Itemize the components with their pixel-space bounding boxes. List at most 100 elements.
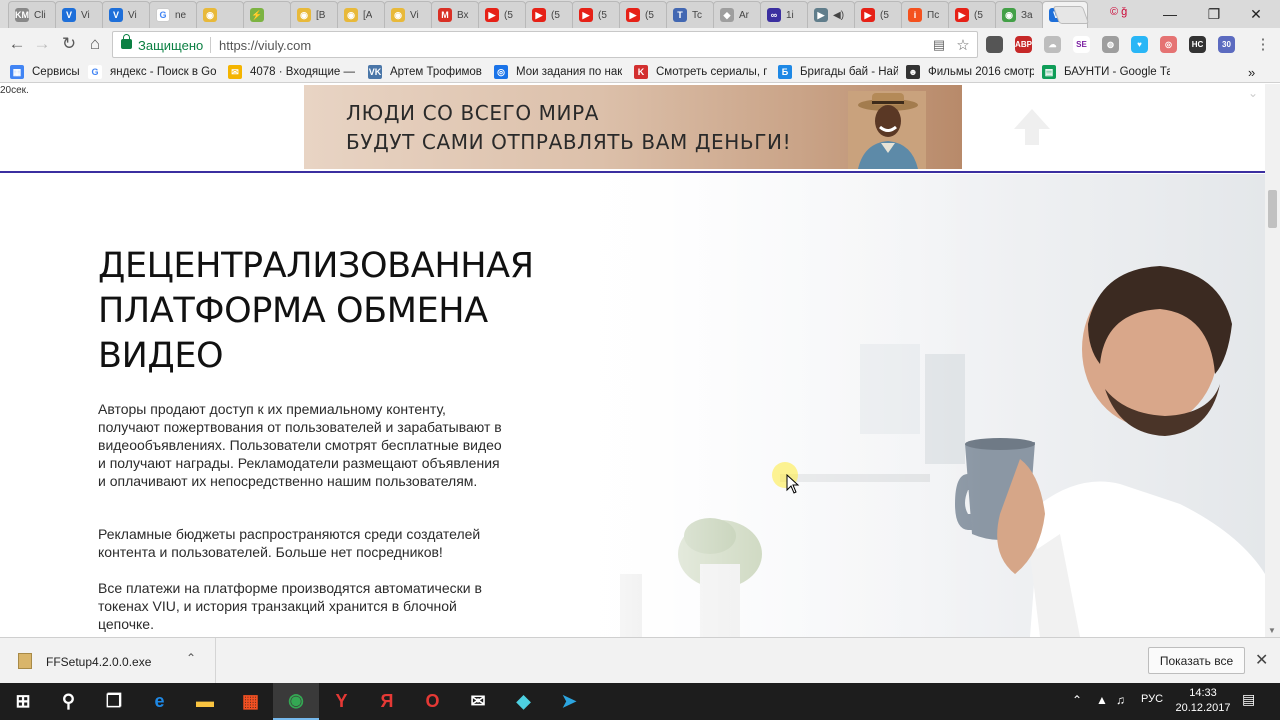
system-clock[interactable]: 14:33 20.12.2017	[1168, 686, 1238, 716]
browser-tab[interactable]: i Пс	[901, 1, 949, 28]
bookmark-item[interactable]: K Смотреть сериалы, г	[634, 64, 770, 80]
tab-title: Vi	[81, 9, 90, 21]
reload-button[interactable]: ↻	[58, 33, 80, 55]
browser-tab[interactable]: M Вх	[431, 1, 479, 28]
close-window-button[interactable]: ✕	[1236, 0, 1276, 28]
browser-toolbar: ← → ↻ ⌂ Защищено https://viuly.com ▤ ☆ A…	[0, 28, 1280, 61]
yandex-browser-icon[interactable]: Y	[319, 683, 365, 720]
browser-tab[interactable]: ▶ (5	[854, 1, 902, 28]
scrollbar-thumb[interactable]	[1268, 190, 1277, 228]
tab-favicon-icon: ▶	[485, 8, 499, 22]
opera-icon[interactable]: O	[410, 683, 456, 720]
url-text[interactable]: https://viuly.com	[219, 38, 311, 53]
tab-title: (5	[880, 9, 889, 21]
browser-tab[interactable]: ◉	[196, 1, 244, 28]
tray-overflow-icon[interactable]: ⌃	[1072, 693, 1082, 707]
bookmark-item[interactable]: Gяндекс - Поиск в Go	[88, 64, 220, 80]
network-icon[interactable]: ▲	[1096, 693, 1108, 707]
chevron-down-icon[interactable]: ⌄	[1248, 86, 1258, 100]
browser-tab[interactable]: ⚡	[243, 1, 291, 28]
telegram-icon[interactable]: ➤	[546, 683, 592, 720]
browser-tab[interactable]: ▶ (5	[619, 1, 667, 28]
menu-kebab-icon[interactable]: ⋮	[1252, 33, 1274, 55]
browser-tab[interactable]: ◉ [A	[337, 1, 385, 28]
browser-tab[interactable]: ◉ [B	[290, 1, 338, 28]
bookmarks-overflow-button[interactable]: »	[1248, 64, 1255, 80]
browser-tab[interactable]: ◉ Vi	[384, 1, 432, 28]
browser-tab[interactable]: ▶ ◀)	[807, 1, 855, 28]
back-button[interactable]: ←	[6, 33, 28, 55]
action-center-icon[interactable]: ▤	[1242, 691, 1255, 708]
browser-tab[interactable]: ▶ (5	[948, 1, 996, 28]
browser-tab[interactable]: ▶ (5	[525, 1, 573, 28]
yandex-icon[interactable]: Я	[364, 683, 410, 720]
bookmark-item[interactable]: VK Артем Трофимов	[368, 64, 486, 80]
forward-button[interactable]: →	[31, 33, 53, 55]
tab-favicon-icon: V	[62, 8, 76, 22]
minimize-button[interactable]: —	[1150, 0, 1190, 28]
ext-heart-icon[interactable]: ♥	[1131, 36, 1148, 53]
browser-tab[interactable]: ◆ Ar	[713, 1, 761, 28]
browser-tab[interactable]: ∞ 1i	[760, 1, 808, 28]
ext-abp-icon[interactable]: ABP	[1015, 36, 1032, 53]
ext-globe-icon[interactable]: ◍	[1102, 36, 1119, 53]
ext-badge-icon[interactable]: 30	[1218, 36, 1235, 53]
bookmark-favicon-icon: VK	[368, 65, 382, 79]
task-view-icon-glyph: ❐	[105, 691, 123, 711]
browser-tab[interactable]: ◉ За	[995, 1, 1043, 28]
chrome-icon[interactable]: ◉	[273, 683, 319, 720]
ext-hc-icon[interactable]: HC	[1189, 36, 1206, 53]
browser-tab[interactable]: Gne	[149, 1, 197, 28]
browser-tab[interactable]: V Vi	[55, 1, 103, 28]
bookmark-item[interactable]: Б Бригады бай - Найд	[778, 64, 898, 80]
scroll-top-arrow-icon[interactable]	[1012, 107, 1052, 147]
task-view-icon[interactable]: ❐	[91, 683, 137, 720]
page-scrollbar[interactable]: ▼	[1265, 84, 1280, 637]
download-filename[interactable]: FFSetup4.2.0.0.exe	[46, 655, 151, 669]
bookmark-item[interactable]: ◎ Мои задания по нак	[494, 64, 626, 80]
tab-favicon-icon: ◆	[720, 8, 734, 22]
profile-indicator[interactable]: © ǧ	[1110, 6, 1127, 18]
start-button[interactable]: ⊞	[0, 683, 46, 720]
translate-icon[interactable]: ▤	[931, 37, 947, 53]
notes-icon[interactable]: ◆	[501, 683, 547, 720]
scroll-down-arrow-icon[interactable]: ▼	[1268, 626, 1276, 635]
explorer-icon[interactable]: ▬	[182, 683, 228, 720]
ext-ring-icon[interactable]: ◎	[1160, 36, 1177, 53]
new-tab-button[interactable]	[1052, 6, 1090, 24]
bookmark-star-icon[interactable]: ☆	[955, 37, 971, 54]
download-options-chevron-icon[interactable]: ⌃	[186, 651, 196, 665]
close-download-bar-icon[interactable]: ✕	[1255, 650, 1268, 670]
search-icon[interactable]: ⚲	[46, 683, 92, 720]
clock-time: 14:33	[1189, 687, 1217, 699]
maximize-button[interactable]: ❐	[1194, 0, 1234, 28]
language-indicator[interactable]: РУС	[1141, 693, 1163, 705]
volume-icon[interactable]: ♫	[1116, 693, 1125, 707]
address-bar[interactable]: Защищено https://viuly.com ▤ ☆	[112, 31, 978, 58]
tab-favicon-icon: ∞	[767, 8, 781, 22]
tab-title: Tc	[692, 9, 702, 21]
hero-title-line: ДЕЦЕНТРАЛИЗОВАННАЯ	[98, 246, 534, 286]
ext-square-icon[interactable]	[986, 36, 1003, 53]
download-item[interactable]: FFSetup4.2.0.0.exe ⌃	[0, 638, 216, 684]
bookmark-item[interactable]: ▤ БАУНТИ - Google Та	[1042, 64, 1170, 80]
bookmark-item[interactable]: ✉ 4078 · Входящие —	[228, 64, 360, 80]
chrome-icon-glyph: ◉	[288, 690, 304, 710]
bookmark-item[interactable]: ▦ Сервисы	[10, 64, 80, 80]
edge-icon[interactable]: e	[137, 683, 183, 720]
start-button-glyph: ⊞	[15, 691, 31, 711]
show-all-downloads-button[interactable]: Показать все	[1148, 647, 1245, 674]
mail-icon[interactable]: ✉	[455, 683, 501, 720]
bookmark-item[interactable]: ☻ Фильмы 2016 смотр	[906, 64, 1034, 80]
ext-cloud-icon[interactable]: ☁	[1044, 36, 1061, 53]
home-button[interactable]: ⌂	[84, 33, 106, 55]
ext-se-icon[interactable]: SE	[1073, 36, 1090, 53]
browser-tab[interactable]: KM Cli	[8, 1, 56, 28]
browser-tab[interactable]: V Vi	[102, 1, 150, 28]
browser-tab[interactable]: T Tc	[666, 1, 714, 28]
browser-tab[interactable]: ▶ (5	[572, 1, 620, 28]
bookmark-label: Фильмы 2016 смотр	[928, 66, 1034, 78]
ad-banner[interactable]: ЛЮДИ СО ВСЕГО МИРА БУДУТ САМИ ОТПРАВЛЯТЬ…	[304, 85, 962, 169]
browser-tab[interactable]: ▶ (5	[478, 1, 526, 28]
store-icon[interactable]: ▦	[228, 683, 274, 720]
